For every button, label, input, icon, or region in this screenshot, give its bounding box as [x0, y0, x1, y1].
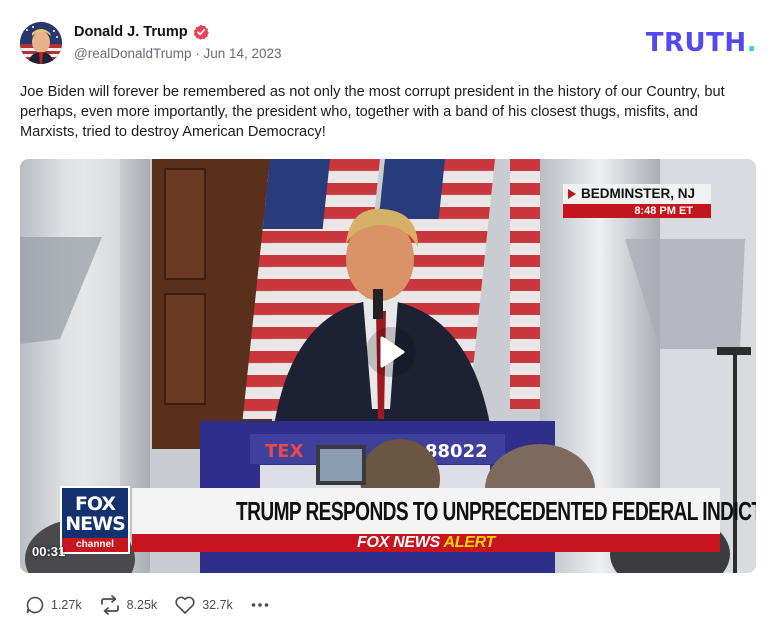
reply-button[interactable]: 1.27k: [25, 595, 82, 615]
retruth-button[interactable]: 8.25k: [99, 595, 158, 615]
play-button[interactable]: [366, 327, 416, 377]
svg-text:TEX: TEX: [265, 441, 304, 462]
like-count: 32.7k: [202, 598, 233, 612]
more-button[interactable]: [250, 595, 270, 615]
fox-logo-line3: channel: [62, 538, 128, 552]
like-button[interactable]: 32.7k: [174, 595, 233, 615]
fox-logo-line1: FOX: [74, 493, 116, 515]
reply-count: 1.27k: [51, 598, 82, 612]
post-actions: 1.27k 8.25k 32.7k: [25, 594, 287, 616]
retruth-icon: [100, 595, 119, 615]
display-name[interactable]: Donald J. Trump: [74, 24, 188, 40]
video-duration: 00:31: [32, 544, 66, 559]
location-label: BEDMINSTER, NJ: [563, 184, 711, 204]
like-icon: [175, 596, 195, 614]
retruth-count: 8.25k: [126, 598, 158, 612]
video-player[interactable]: TEX 88022 BEDMINSTER, NJ 8:48 PM ET FOX …: [20, 159, 756, 573]
avatar[interactable]: [20, 22, 62, 64]
alert-brand: FOX NEWS: [356, 534, 440, 551]
play-icon: [380, 336, 405, 368]
reply-icon: [26, 596, 44, 614]
post-header: Donald J. Trump @realDonaldTrump · Jun 1…: [20, 22, 757, 64]
truth-social-logo[interactable]: TRUTH.: [646, 28, 757, 58]
alert-bar: FOX NEWS ALERT: [132, 534, 720, 552]
post-text: Joe Biden will forever be remembered as …: [20, 84, 725, 140]
location-tag: BEDMINSTER, NJ 8:48 PM ET: [563, 184, 711, 218]
handle-and-date[interactable]: @realDonaldTrump · Jun 14, 2023: [74, 46, 282, 61]
chyron-headline: TRUMP RESPONDS TO UNPRECEDENTED FEDERAL …: [132, 488, 756, 534]
more-icon: [251, 603, 269, 607]
fox-logo-line2: NEWS: [65, 513, 126, 535]
alert-word: ALERT: [443, 534, 496, 551]
name-row: Donald J. Trump: [74, 24, 209, 40]
news-chyron: FOX NEWS channel TRUMP RESPONDS TO UNPRE…: [60, 486, 756, 558]
fox-news-logo: FOX NEWS channel: [60, 486, 130, 554]
time-label: 8:48 PM ET: [563, 204, 711, 218]
verified-badge-icon: [193, 24, 209, 40]
